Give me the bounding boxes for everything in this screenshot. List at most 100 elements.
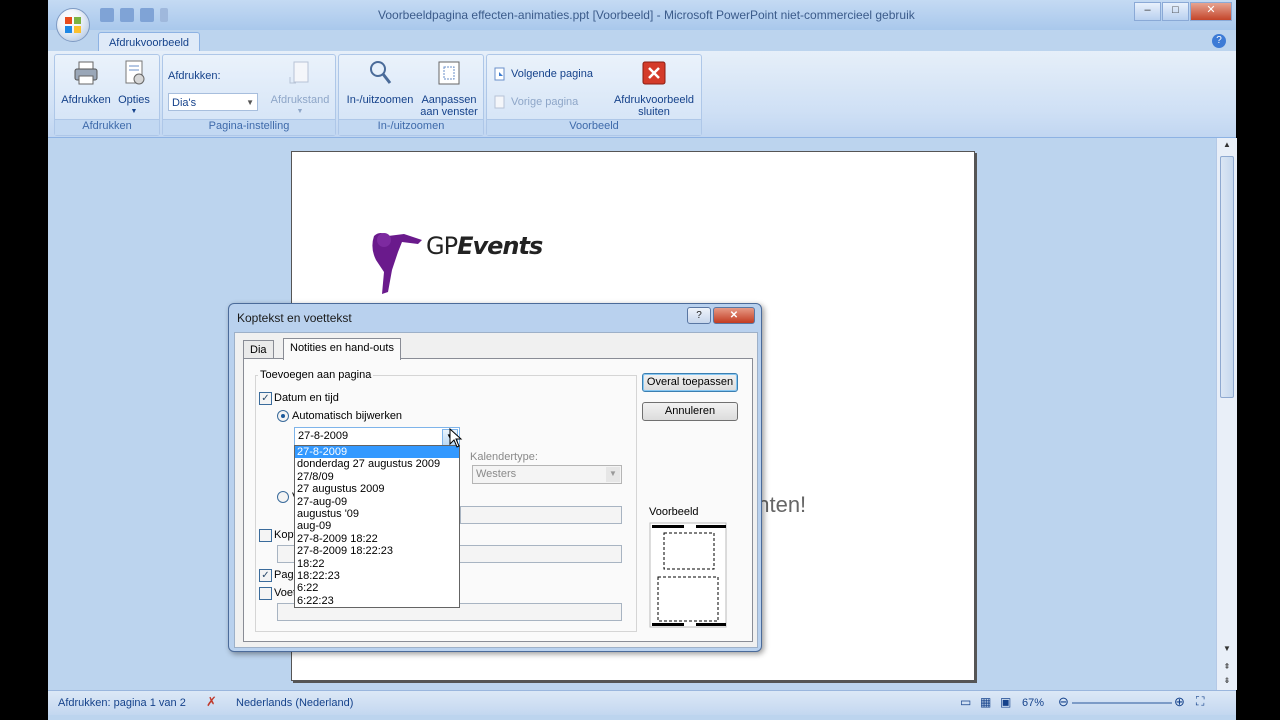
undo-icon[interactable] <box>120 8 134 22</box>
group-label-zoom: In-/uitzoomen <box>339 119 483 135</box>
apply-all-button[interactable]: Overal toepassen <box>642 373 738 392</box>
print-what-value: Dia's <box>172 97 197 109</box>
tab-dia[interactable]: Dia <box>243 340 274 359</box>
footer-checkbox[interactable] <box>259 587 272 600</box>
print-what-label: Afdrukken: <box>168 70 221 82</box>
zoom-slider[interactable] <box>1072 702 1172 704</box>
scrollbar-thumb[interactable] <box>1220 156 1234 398</box>
next-page-button[interactable]: Volgende pagina <box>493 67 593 81</box>
close-button[interactable]: ✕ <box>1190 2 1232 21</box>
print-button[interactable]: Afdrukken <box>61 59 111 106</box>
fixed-date-radio[interactable] <box>277 491 289 503</box>
redo-icon[interactable] <box>140 8 154 22</box>
header-checkbox[interactable] <box>259 529 272 542</box>
zoom-out-icon[interactable]: ⊖ <box>1058 694 1069 710</box>
date-format-list[interactable]: 27-8-2009 donderdag 27 augustus 2009 27/… <box>294 445 460 608</box>
chevron-down-icon: ▼ <box>606 467 620 482</box>
group-zoom: In-/uitzoomen Aanpassen aan venster In-/… <box>338 54 484 136</box>
close-red-icon <box>642 61 666 85</box>
status-language[interactable]: Nederlands (Nederland) <box>236 697 353 709</box>
cancel-button[interactable]: Annuleren <box>642 402 738 421</box>
preview-legend: Voorbeeld <box>649 506 699 518</box>
date-option[interactable]: 27-8-2009 18:22:23 <box>295 545 459 557</box>
scroll-up-icon[interactable]: ▲ <box>1221 140 1233 152</box>
date-option[interactable]: 6:22:23 <box>295 595 459 607</box>
scroll-down-icon[interactable]: ▼ <box>1221 644 1233 656</box>
tab-notities-handouts[interactable]: Notities en hand-outs <box>283 338 401 360</box>
fit-to-window-icon[interactable]: ⛶ <box>1196 694 1204 709</box>
tab-afdrukvoorbeeld[interactable]: Afdrukvoorbeeld <box>98 32 200 53</box>
date-option[interactable]: 18:22:23 <box>295 570 459 582</box>
zoom-button[interactable]: In-/uitzoomen <box>343 59 417 106</box>
customize-qat-icon[interactable] <box>160 8 168 22</box>
spellcheck-icon[interactable]: ✗ <box>206 694 217 710</box>
prev-page-button[interactable]: Vorige pagina <box>493 95 578 109</box>
fit-window-icon <box>438 61 460 85</box>
date-option[interactable]: 6:22 <box>295 582 459 594</box>
date-option[interactable]: aug-09 <box>295 520 459 532</box>
datetime-label: Datum en tijd <box>274 392 339 404</box>
status-page-info: Afdrukken: pagina 1 van 2 <box>58 697 186 709</box>
datetime-checkbox[interactable]: ✓ <box>259 392 272 405</box>
group-pagina-instelling: Afdrukken: Dia's ▼ Afdrukstand ▼ Pagina-… <box>162 54 336 136</box>
date-option[interactable]: 27/8/09 <box>295 471 459 483</box>
close-preview-label-1: Afdrukvoorbeeld <box>613 94 695 106</box>
help-icon[interactable]: ? <box>1212 34 1226 48</box>
window-controls: – □ ✕ <box>1133 2 1232 21</box>
ribbon: Afdrukken Opties ▼ Afdrukken Afdrukken: … <box>48 51 1236 138</box>
group-label-voorbeeld: Voorbeeld <box>487 119 701 135</box>
date-option[interactable]: 27-8-2009 <box>295 446 459 459</box>
view-normal-icon[interactable]: ▭ <box>960 695 971 709</box>
view-sorter-icon[interactable]: ▦ <box>980 695 991 709</box>
prev-page-label: Vorige pagina <box>511 96 579 108</box>
orientation-button[interactable]: Afdrukstand ▼ <box>267 59 333 118</box>
status-zoom[interactable]: 67% <box>1022 697 1044 709</box>
page-number-label: Pagi <box>274 569 297 581</box>
orientation-button-label: Afdrukstand <box>270 94 330 106</box>
fit-to-window-button[interactable]: Aanpassen aan venster <box>417 59 481 118</box>
logo-text-bold: Events <box>457 232 543 260</box>
options-button-label: Opties <box>118 94 150 106</box>
printer-icon <box>74 61 98 85</box>
date-option[interactable]: augustus '09 <box>295 508 459 520</box>
logo-text-regular: GP <box>426 232 458 260</box>
close-preview-label-2: sluiten <box>638 106 670 118</box>
next-page-scroll-icon[interactable]: ⇟ <box>1221 676 1233 688</box>
footer-label: Voet <box>274 587 297 599</box>
print-what-dropdown[interactable]: Dia's ▼ <box>168 93 258 111</box>
date-option[interactable]: 27 augustus 2009 <box>295 483 459 495</box>
zoom-in-icon[interactable]: ⊕ <box>1174 694 1185 710</box>
close-preview-button[interactable]: Afdrukvoorbeeld sluiten <box>609 59 699 118</box>
options-button[interactable]: Opties ▼ <box>113 59 155 118</box>
preview-thumbnail <box>649 522 727 628</box>
maximize-button[interactable]: □ <box>1162 2 1189 21</box>
view-slideshow-icon[interactable]: ▣ <box>1000 695 1011 709</box>
next-page-icon <box>494 67 505 81</box>
group-label-pagina-instelling: Pagina-instelling <box>163 119 335 135</box>
fit-button-label-1: Aanpassen <box>421 94 477 106</box>
dialog-close-button[interactable]: ✕ <box>713 307 755 324</box>
auto-update-radio[interactable] <box>277 410 289 422</box>
minimize-button[interactable]: – <box>1134 2 1161 21</box>
date-option[interactable]: 27-aug-09 <box>295 496 459 508</box>
fixed-date-input[interactable] <box>460 506 622 524</box>
date-option[interactable]: donderdag 27 augustus 2009 <box>295 458 459 470</box>
next-page-label: Volgende pagina <box>511 68 593 80</box>
date-option[interactable]: 27-8-2009 18:22 <box>295 533 459 545</box>
page-number-checkbox[interactable]: ✓ <box>259 569 272 582</box>
prev-page-icon <box>494 95 505 109</box>
date-format-dropdown[interactable]: 27-8-2009 ▼ <box>294 427 460 446</box>
magnifier-icon <box>370 61 392 84</box>
mouse-cursor-icon <box>449 428 463 448</box>
group-afdrukken: Afdrukken Opties ▼ Afdrukken <box>54 54 160 136</box>
vertical-scrollbar[interactable]: ▲ ▼ ⇞ ⇟ <box>1216 138 1237 690</box>
calendar-type-dropdown[interactable]: Westers ▼ <box>472 465 622 484</box>
group-label-afdrukken: Afdrukken <box>55 119 159 135</box>
options-icon <box>125 60 145 85</box>
tab-panel: Toevoegen aan pagina ✓ Datum en tijd Aut… <box>243 358 753 642</box>
date-option[interactable]: 18:22 <box>295 558 459 570</box>
prev-page-scroll-icon[interactable]: ⇞ <box>1221 662 1233 674</box>
save-icon[interactable] <box>100 8 114 22</box>
dialog-help-button[interactable]: ? <box>687 307 711 324</box>
fit-button-label-2: aan venster <box>420 106 478 118</box>
